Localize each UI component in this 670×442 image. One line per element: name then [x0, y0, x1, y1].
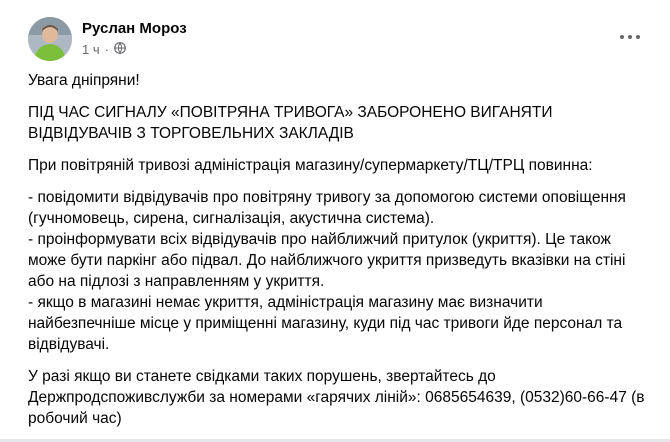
author-avatar[interactable]: [28, 17, 72, 61]
post-paragraph-headline: ПІД ЧАС СИГНАЛУ «ПОВІТРЯНА ТРИВОГА» ЗАБО…: [28, 104, 553, 142]
post-paragraph-greeting: Увага дніпряни!: [28, 72, 140, 89]
post-paragraph-intro: При повітряній тривозі адміністрація маг…: [28, 157, 593, 174]
post-body: Увага дніпряни! ПІД ЧАС СИГНАЛУ «ПОВІТРЯ…: [28, 70, 648, 440]
more-options-icon[interactable]: [612, 23, 648, 51]
post-paragraph-item-3: - якщо в магазині немає укриття, адмініс…: [28, 294, 623, 353]
facebook-post: Руслан Мороз 1 ч · Увага дніпряни! ПІД Ч…: [0, 0, 670, 442]
post-meta: 1 ч ·: [82, 42, 126, 57]
author-name[interactable]: Руслан Мороз: [82, 20, 187, 37]
post-time[interactable]: 1 ч: [82, 42, 100, 57]
globe-icon: [114, 42, 126, 57]
post-paragraph-item-2: - проінформувати всіх відвідувачів про н…: [28, 231, 626, 290]
post-paragraph-item-1: - повідомити відвідувачів про повітряну …: [28, 189, 626, 227]
post-paragraph-contacts: У разі якщо ви станете свідками таких по…: [28, 368, 645, 427]
meta-separator: ·: [104, 42, 109, 57]
post-header: Руслан Мороз 1 ч ·: [28, 17, 648, 65]
